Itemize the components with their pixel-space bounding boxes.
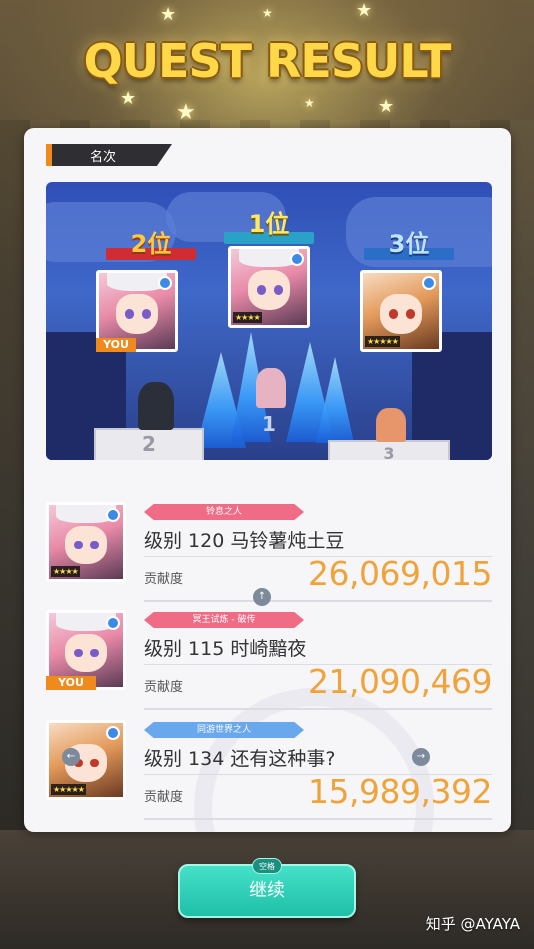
character-sprite-second xyxy=(138,382,174,430)
podium-step-number: 1 xyxy=(262,412,276,436)
contribution-score: 21,090,469 xyxy=(308,662,492,701)
portrait-eye xyxy=(256,285,266,295)
sparkle-star-icon: ★ xyxy=(176,100,196,125)
page-title: QUEST RESULT xyxy=(83,34,452,88)
arrow-left-icon[interactable]: ← xyxy=(62,748,80,766)
element-badge-icon xyxy=(106,726,120,740)
podium-step-number: 2 xyxy=(142,432,156,456)
player-portrait: ★★★★★ xyxy=(46,720,126,800)
player-title-tag: 冥王试炼 - 破传 xyxy=(144,612,304,628)
entry-bottom-line xyxy=(144,708,492,710)
element-badge-icon xyxy=(158,276,172,290)
character-sprite-first xyxy=(256,368,286,408)
player-title-tag: 铃息之人 xyxy=(144,504,304,520)
player-level-name: 级别 115 时崎黯夜 xyxy=(144,638,307,660)
rank-label-first: 1位 xyxy=(248,210,290,238)
portrait-face xyxy=(65,525,107,565)
rarity-stars: ★★★★ xyxy=(51,566,80,577)
result-panel: 名次 2 1 3 2位 YOU 1位 ★★★★ 3位 ★★★★★ ★★★★ 铃息… xyxy=(24,128,511,832)
podium-portrait-third: ★★★★★ xyxy=(360,270,442,352)
portrait-eye xyxy=(273,285,283,295)
contribution-score: 26,069,015 xyxy=(308,554,492,593)
result-entry[interactable]: ★★★★★ 同游世界之人 级别 134 还有这种事? 贡献度 15,989,39… xyxy=(46,718,492,822)
podium-scene: 2 1 3 2位 YOU 1位 ★★★★ 3位 ★★★★★ xyxy=(46,182,492,460)
watermark: 知乎 @AYAYA xyxy=(425,915,520,933)
result-entry[interactable]: ★★★★ 铃息之人 级别 120 马铃薯炖土豆 贡献度 26,069,015 xyxy=(46,500,492,604)
element-badge-icon xyxy=(106,616,120,630)
sparkle-star-icon: ★ xyxy=(160,4,177,25)
portrait-eye xyxy=(405,309,415,319)
player-portrait: ★★★★ xyxy=(46,502,126,582)
contribution-score: 15,989,392 xyxy=(308,772,492,811)
result-entry[interactable]: YOU 冥王试炼 - 破传 级别 115 时崎黯夜 贡献度 21,090,469 xyxy=(46,608,492,712)
portrait-face xyxy=(115,294,159,334)
sparkle-star-icon: ★ xyxy=(262,6,273,20)
sparkle-star-icon: ★ xyxy=(356,0,373,21)
rank-label-second: 2位 xyxy=(130,230,172,258)
contribution-label: 贡献度 xyxy=(144,680,184,695)
section-header-accent xyxy=(46,144,52,166)
sparkle-star-icon: ★ xyxy=(378,96,395,117)
element-badge-icon xyxy=(106,508,120,522)
element-badge-icon xyxy=(290,252,304,266)
sparkle-star-icon: ★ xyxy=(120,88,137,109)
entry-bottom-line xyxy=(144,818,492,820)
portrait-eye xyxy=(388,309,398,319)
rarity-stars: ★★★★ xyxy=(233,312,262,323)
rarity-stars: ★★★★★ xyxy=(51,784,86,795)
rank-label-third: 3位 xyxy=(388,230,430,258)
portrait-eye xyxy=(141,309,151,319)
portrait-eye xyxy=(124,309,134,319)
rarity-stars: ★★★★★ xyxy=(365,336,400,347)
you-badge: YOU xyxy=(46,676,96,690)
player-title-tag: 同游世界之人 xyxy=(144,722,304,738)
character-sprite-third xyxy=(376,408,406,442)
podium-step-number: 3 xyxy=(383,444,395,460)
podium-portrait-first: ★★★★ xyxy=(228,246,310,328)
portrait-face xyxy=(65,633,107,673)
section-header: 名次 xyxy=(46,144,172,166)
arrow-up-icon[interactable]: ↑ xyxy=(253,588,271,606)
portrait-face xyxy=(379,294,423,334)
sparkle-star-icon: ★ xyxy=(304,96,315,110)
key-hint-badge: 空格 xyxy=(252,858,282,874)
player-level-name: 级别 134 还有这种事? xyxy=(144,748,336,770)
entry-bottom-line xyxy=(144,600,492,602)
section-header-label: 名次 xyxy=(90,150,117,165)
arrow-right-icon[interactable]: → xyxy=(412,748,430,766)
you-badge: YOU xyxy=(96,338,136,352)
portrait-face xyxy=(247,270,291,310)
contribution-label: 贡献度 xyxy=(144,790,184,805)
contribution-label: 贡献度 xyxy=(144,572,184,587)
element-badge-icon xyxy=(422,276,436,290)
player-level-name: 级别 120 马铃薯炖土豆 xyxy=(144,530,345,552)
